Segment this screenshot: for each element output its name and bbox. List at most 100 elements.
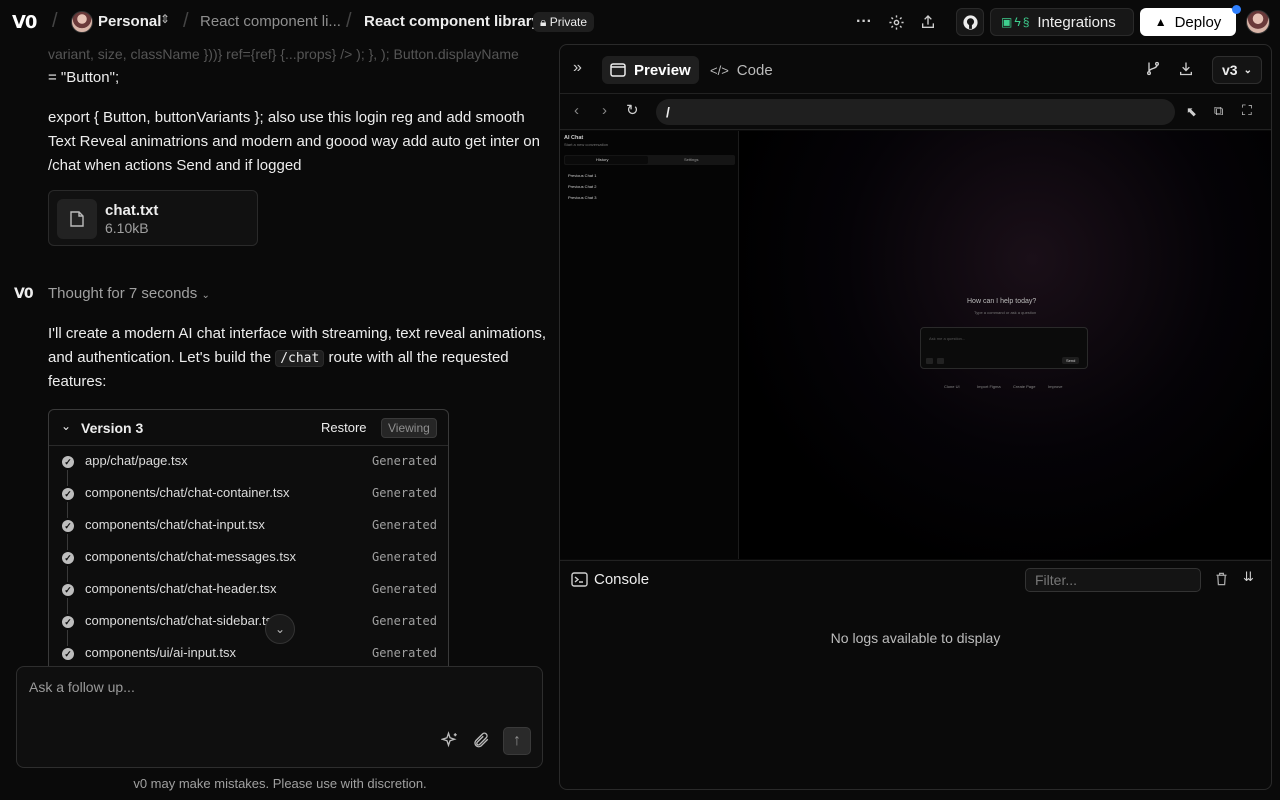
download-icon[interactable] <box>1178 60 1194 82</box>
back-icon[interactable]: ‹ <box>574 102 579 119</box>
private-badge[interactable]: 🔒︎ Private <box>533 12 595 32</box>
chevron-down-icon: ⌄ <box>274 622 286 636</box>
assistant-response-line-1: I'll create a modern AI chat interface w… <box>48 325 547 342</box>
chat-title[interactable]: React component library <box>364 13 540 30</box>
file-status: Generated <box>371 614 437 628</box>
preview-chat-item[interactable]: Previous Chat 3 <box>568 195 596 200</box>
paperclip-icon[interactable] <box>472 731 490 754</box>
more-icon[interactable]: ··· <box>850 8 878 36</box>
github-icon <box>962 14 978 30</box>
assistant-response-line-2: and authentication. Let's build the /cha… <box>48 346 509 371</box>
tab-code[interactable]: </> Code <box>702 56 781 84</box>
collapse-console-icon[interactable]: ⇊ <box>1243 569 1254 585</box>
preview-tool-icon[interactable] <box>937 358 944 364</box>
tab-preview-label: Preview <box>634 61 691 79</box>
v0-logo[interactable]: V0 <box>12 12 37 33</box>
follow-up-input[interactable] <box>29 679 529 719</box>
file-status: Generated <box>371 518 437 532</box>
forward-icon[interactable]: › <box>602 102 607 119</box>
version-file-row[interactable]: ✓ components/chat/chat-messages.tsx Genera… <box>49 542 448 582</box>
file-path[interactable]: components/chat/chat-sidebar.tsx <box>85 613 279 628</box>
inline-code: /chat <box>275 350 325 367</box>
check-circle-icon: ✓ <box>62 488 74 500</box>
chevron-updown-icon[interactable]: ⇕ <box>160 12 170 26</box>
version-select[interactable]: v3 ⌄ <box>1212 56 1262 84</box>
chevron-down-icon: ⌄ <box>1243 64 1252 76</box>
preview-frame[interactable]: AI Chat Start a new conversation History… <box>560 131 1271 559</box>
file-path[interactable]: components/chat/chat-container.tsx <box>85 485 290 500</box>
sparkle-icon[interactable] <box>440 731 459 754</box>
integration-icons: ▣ϟ§ <box>1001 15 1032 29</box>
preview-tab-history-label: History <box>596 157 609 162</box>
version-file-row[interactable]: ✓ app/chat/page.tsx Generated <box>49 446 448 486</box>
lock-icon: 🔒︎ <box>540 15 550 29</box>
version-select-value: v3 <box>1222 62 1238 78</box>
refresh-icon[interactable]: ↻ <box>626 101 639 119</box>
preview-input-box[interactable]: Ask me a question... Send <box>920 327 1088 369</box>
preview-tabs: History Settings <box>564 155 735 165</box>
version-file-row[interactable]: ✓ components/chat/chat-container.tsx Gener… <box>49 478 448 518</box>
preview-chat-item[interactable]: Previous Chat 1 <box>568 173 596 178</box>
file-path[interactable]: components/ui/ai-input.tsx <box>85 645 236 660</box>
workspace-selector[interactable]: Personal <box>98 13 161 30</box>
breadcrumb-project[interactable]: React component li... <box>200 13 341 30</box>
follow-up-box: ↑ <box>16 666 543 768</box>
version-file-row[interactable]: ✓ components/chat/chat-sidebar.tsx Generat… <box>49 606 448 646</box>
user-message-line-3: /chat when actions Send and if logged <box>48 157 302 174</box>
preview-subheading: Type a command or ask a question <box>974 310 1037 315</box>
triangle-icon: ▲ <box>1154 15 1167 29</box>
preview-chip[interactable]: Improve <box>1048 384 1062 389</box>
deploy-button[interactable]: ▲ Deploy <box>1140 8 1236 36</box>
open-new-window-icon[interactable]: ⧉ <box>1214 103 1223 119</box>
preview-chip[interactable]: Import Figma <box>977 384 1001 389</box>
url-input[interactable] <box>656 99 1175 125</box>
user-message-line-2: Text Reveal animatrions and modern and g… <box>48 133 540 150</box>
check-circle-icon: ✓ <box>62 552 74 564</box>
preview-chip[interactable]: Clone UI <box>944 384 960 389</box>
preview-sidebar-subtitle: Start a new conversation <box>564 142 609 147</box>
git-branch-icon[interactable] <box>1145 60 1161 82</box>
scroll-down-button[interactable]: ⌄ <box>265 614 295 644</box>
gear-icon[interactable] <box>882 8 910 36</box>
file-path[interactable]: components/chat/chat-input.tsx <box>85 517 265 532</box>
private-label: Private <box>549 15 588 29</box>
fullscreen-icon[interactable]: ⛶ <box>1242 102 1252 119</box>
file-status: Generated <box>371 550 437 564</box>
user-message-line-1: export { Button, buttonVariants }; also … <box>48 109 525 126</box>
chevron-down-icon[interactable]: ⌄ <box>61 419 71 433</box>
share-icon[interactable] <box>914 8 942 36</box>
version-card: ⌄ Version 3 Restore Viewing ✓ app/chat/pa… <box>48 409 449 709</box>
restore-button[interactable]: Restore <box>321 420 367 435</box>
preview-chat-item[interactable]: Previous Chat 2 <box>568 184 596 189</box>
code-icon: </> <box>710 62 729 78</box>
version-title[interactable]: Version 3 <box>81 420 143 436</box>
preview-send-button[interactable]: Send <box>1062 357 1080 364</box>
integrations-button[interactable]: ▣ϟ§ Integrations <box>990 8 1134 36</box>
preview-sidebar: AI Chat Start a new conversation History… <box>560 131 739 559</box>
version-file-row[interactable]: ✓ components/chat/chat-header.tsx Generate… <box>49 574 448 614</box>
tab-preview[interactable]: Preview <box>602 56 699 84</box>
preview-chip[interactable]: Create Page <box>1013 384 1035 389</box>
url-bar: ‹ › ↻ ⬉ ⧉ ⛶ <box>560 94 1271 130</box>
check-circle-icon: ✓ <box>62 584 74 596</box>
breadcrumb-separator: / <box>183 10 189 32</box>
preview-tab-settings[interactable]: Settings <box>684 157 698 162</box>
file-path[interactable]: app/chat/page.tsx <box>85 453 188 468</box>
trash-icon[interactable] <box>1214 571 1229 592</box>
preview-attach-icon[interactable] <box>926 358 933 364</box>
file-path[interactable]: components/chat/chat-messages.tsx <box>85 549 296 564</box>
user-avatar[interactable] <box>1246 10 1270 34</box>
thought-toggle[interactable]: Thought for 7 seconds ⌄ <box>48 285 210 302</box>
send-button[interactable]: ↑ <box>503 727 531 755</box>
attachment-card[interactable]: chat.txt 6.10kB <box>48 190 258 246</box>
check-circle-icon: ✓ <box>62 520 74 532</box>
integrations-label: Integrations <box>1037 13 1116 31</box>
github-button[interactable] <box>956 8 984 36</box>
collapse-icon[interactable]: » <box>573 59 582 77</box>
select-element-icon[interactable]: ⬉ <box>1186 104 1197 120</box>
tab-code-label: Code <box>736 61 773 79</box>
version-file-row[interactable]: ✓ components/chat/chat-input.tsx Generated <box>49 510 448 550</box>
file-path[interactable]: components/chat/chat-header.tsx <box>85 581 277 596</box>
preview-main: How can I help today? Type a command or … <box>740 131 1271 559</box>
console-filter-input[interactable] <box>1025 568 1201 592</box>
